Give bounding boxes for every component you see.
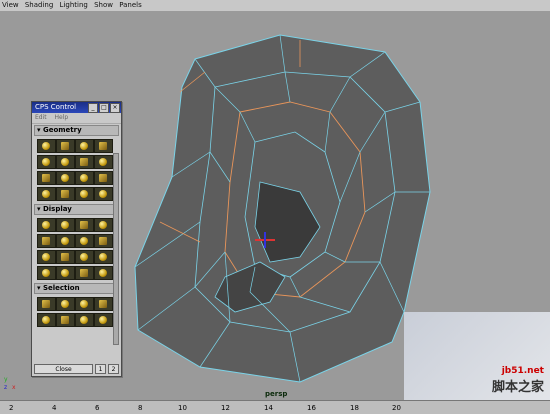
tool-button[interactable] [75,187,94,201]
tool-button[interactable] [56,139,75,153]
tool-button[interactable] [37,234,56,248]
section-selection-header[interactable]: ▾ Selection [34,283,119,294]
tool-button[interactable] [75,218,94,232]
watermark-url: jb51.net [501,366,544,376]
camera-name-label: persp [265,390,288,398]
time-label: 2 [9,404,14,412]
tool-button[interactable] [94,218,113,232]
tool-button[interactable] [75,313,94,327]
tool-button[interactable] [56,187,75,201]
tool-button[interactable] [75,266,94,280]
tool-button[interactable] [37,313,56,327]
tool-button[interactable] [56,250,75,264]
time-label: 4 [52,404,57,412]
menu-lighting[interactable]: Lighting [58,0,90,11]
tool-button[interactable] [75,234,94,248]
tool-button[interactable] [37,266,56,280]
tool-button[interactable] [56,297,75,311]
section-geometry-header[interactable]: ▾ Geometry [34,125,119,136]
tool-button[interactable] [75,139,94,153]
tool-button[interactable] [37,218,56,232]
cps-scrollbar[interactable] [113,153,119,345]
maximize-icon[interactable]: □ [99,103,109,113]
tool-button[interactable] [75,250,94,264]
tool-button[interactable] [94,139,113,153]
watermark-cn: 脚本之家 [491,380,544,395]
background-image-corner [404,312,550,412]
tool-button[interactable] [75,155,94,169]
tool-button[interactable] [56,234,75,248]
menu-panels[interactable]: Panels [117,0,144,11]
tool-button[interactable] [37,155,56,169]
time-label: 8 [138,404,143,412]
tool-button[interactable] [37,171,56,185]
time-label: 18 [350,404,359,412]
minimize-icon[interactable]: _ [88,103,98,113]
small-button-1[interactable]: 1 [95,364,106,374]
section-display-header[interactable]: ▾ Display [34,204,119,215]
close-icon[interactable]: × [110,103,120,113]
small-button-2[interactable]: 2 [108,364,119,374]
cps-menubar: Edit Help [32,113,121,124]
cps-menu-edit[interactable]: Edit [35,114,47,121]
menu-shading[interactable]: Shading [23,0,55,11]
tool-button[interactable] [94,266,113,280]
cps-menu-help[interactable]: Help [55,114,69,121]
tool-button[interactable] [37,139,56,153]
geometry-tool-grid [32,137,121,203]
tool-button[interactable] [75,297,94,311]
tool-button[interactable] [94,234,113,248]
cps-control-window[interactable]: CPS Control _ □ × Edit Help ▾ Geometry ▾… [31,101,122,377]
time-label: 6 [95,404,100,412]
tool-button[interactable] [56,155,75,169]
tool-button[interactable] [56,171,75,185]
watermark: jb51.net 脚本之家 [492,366,544,395]
tool-button[interactable] [56,218,75,232]
selection-tool-grid [32,295,121,329]
tool-button[interactable] [94,187,113,201]
tool-button[interactable] [37,250,56,264]
time-label: 10 [178,404,187,412]
menu-show[interactable]: Show [92,0,115,11]
tool-button[interactable] [94,297,113,311]
cps-title-bar[interactable]: CPS Control _ □ × [32,102,121,113]
tool-button[interactable] [94,155,113,169]
tool-button[interactable] [37,187,56,201]
time-label: 14 [264,404,273,412]
tool-button[interactable] [94,250,113,264]
cps-title: CPS Control [35,103,77,111]
tool-button[interactable] [94,171,113,185]
tool-button[interactable] [75,171,94,185]
tool-button[interactable] [94,313,113,327]
time-label: 12 [221,404,230,412]
menu-view[interactable]: View [0,0,21,11]
tool-button[interactable] [56,313,75,327]
viewport-menubar: View Shading Lighting Show Panels [0,0,550,12]
time-label: 16 [307,404,316,412]
close-button[interactable]: Close [34,364,93,374]
time-label: 20 [392,404,401,412]
tool-button[interactable] [56,266,75,280]
cps-footer: Close 1 2 [34,364,119,374]
tool-button[interactable] [37,297,56,311]
display-tool-grid [32,216,121,282]
time-slider[interactable]: 2 4 6 8 10 12 14 16 18 20 [0,400,550,414]
